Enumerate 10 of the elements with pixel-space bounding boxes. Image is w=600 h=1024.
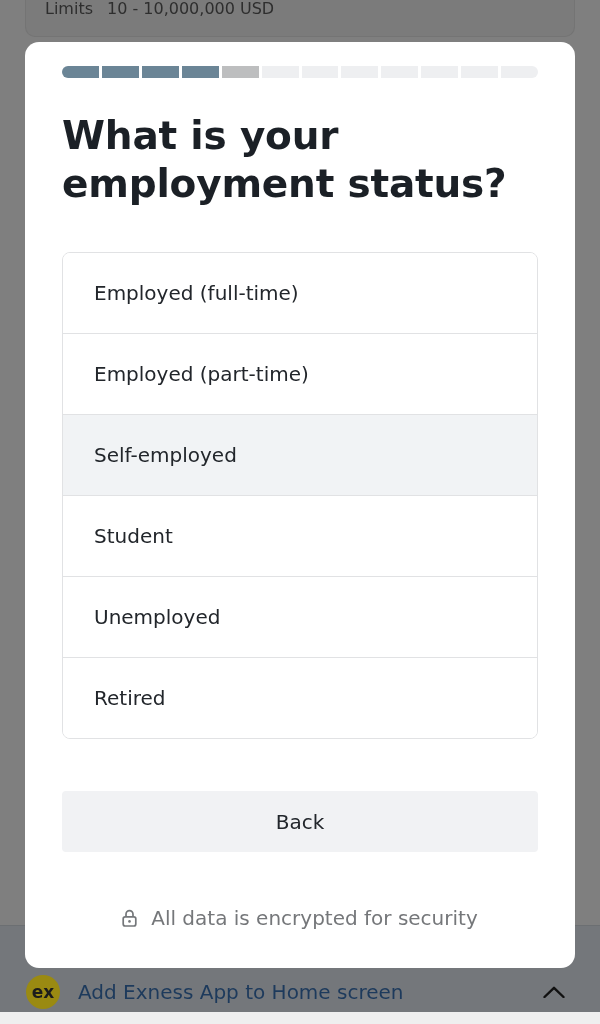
limits-label: Limits xyxy=(45,0,93,18)
back-button[interactable]: Back xyxy=(62,791,538,852)
option-item[interactable]: Employed (full-time) xyxy=(63,253,537,334)
limits-value: 10 - 10,000,000 USD xyxy=(107,0,275,18)
question-title: What is your employment status? xyxy=(62,112,508,208)
chevron-up-icon[interactable] xyxy=(543,985,565,998)
security-note: All data is encrypted for security xyxy=(151,906,478,930)
lock-icon xyxy=(122,909,138,927)
app-logo: ex xyxy=(26,974,60,1009)
option-item[interactable]: Self-employed xyxy=(63,415,537,496)
